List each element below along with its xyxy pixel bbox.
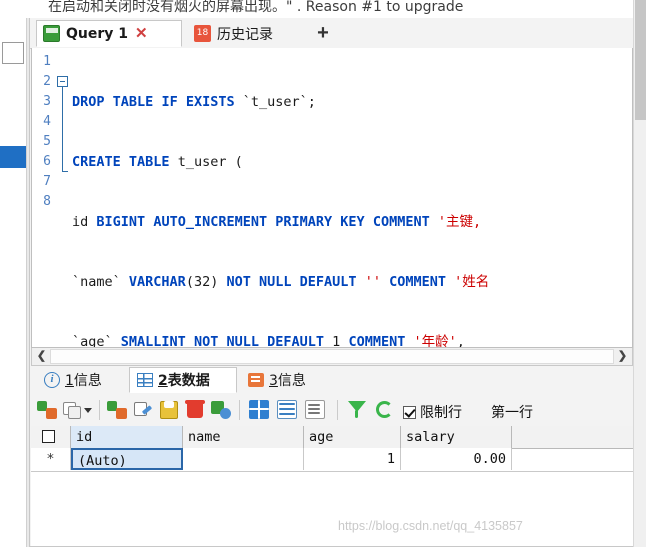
tab-query-1[interactable]: Query 1 ✕ [36, 20, 182, 47]
cell-name[interactable] [183, 448, 304, 470]
window-vertical-scrollbar[interactable] [633, 0, 646, 547]
select-all-header[interactable] [31, 426, 71, 448]
line-number: 2 [43, 74, 51, 89]
line-number: 7 [43, 174, 51, 189]
new-record-button[interactable] [107, 399, 129, 421]
result-tab-bar: i 1信息 2表数据 3信息 [31, 366, 633, 395]
code-line: CREATE TABLE t_user ( [72, 154, 243, 170]
tab-table-data[interactable]: 2表数据 [129, 367, 237, 393]
result-tab-label: 表数据 [167, 373, 210, 389]
code-line: `age` SMALLINT NOT NULL DEFAULT 1 COMMEN… [72, 334, 465, 348]
sql-editor[interactable]: 1 2 3 4 5 6 7 8 DROP TABLE IF EXISTS `t_… [31, 48, 633, 348]
query-icon [43, 25, 60, 42]
result-tab-label: 信息 [277, 373, 306, 389]
grid-view-button[interactable] [249, 399, 271, 421]
sql-code-text: DROP TABLE IF EXISTS `t_user`; CREATE TA… [72, 52, 490, 348]
cell-salary[interactable]: 0.00 [401, 448, 512, 470]
toolbar-separator-3 [337, 400, 338, 420]
fold-range-line [62, 87, 68, 172]
info-orange-icon [248, 373, 264, 387]
data-grid[interactable]: id name age salary * (Auto) 1 0.00 [31, 426, 633, 546]
scroll-right-icon[interactable]: ❯ [614, 348, 631, 364]
toolbar-separator-2 [239, 400, 240, 420]
tab-info-3[interactable]: 3信息 [241, 367, 333, 393]
table-grid-icon [137, 373, 153, 387]
line-number: 6 [43, 154, 51, 169]
column-header-age[interactable]: age [304, 426, 401, 448]
filter-icon[interactable] [347, 399, 369, 421]
line-number: 1 [43, 54, 51, 69]
line-number: 8 [43, 194, 51, 209]
row-marker: * [31, 448, 71, 470]
collapse-icon[interactable] [57, 76, 68, 87]
watermark-text: https://blog.csdn.net/qq_4135857 [338, 519, 523, 533]
save-button[interactable] [159, 399, 181, 421]
tab-history-label: 历史记录 [217, 26, 273, 43]
table-row[interactable]: * (Auto) 1 0.00 [31, 448, 633, 472]
line-number-gutter: 1 2 3 4 5 6 7 8 [32, 48, 54, 347]
result-tab-number: 1 [65, 373, 74, 389]
code-line: `name` VARCHAR(32) NOT NULL DEFAULT '' C… [72, 274, 490, 290]
grid-header-row: id name age salary [31, 426, 633, 449]
left-checkbox[interactable] [2, 42, 24, 64]
grid-toolbar: 限制行 第一行 [31, 394, 633, 427]
cell-age[interactable]: 1 [304, 448, 401, 470]
scroll-track[interactable] [50, 349, 614, 364]
line-number: 3 [43, 94, 51, 109]
close-icon[interactable]: ✕ [135, 26, 148, 41]
app-root: 在启动和关闭时没有烟火的屏幕出现。" . Reason #1 to upgrad… [0, 0, 646, 547]
limit-rows-checkbox[interactable]: 限制行 [403, 402, 462, 422]
tab-history[interactable]: 18 历史记录 [188, 20, 300, 47]
left-highlight-bar [0, 146, 26, 168]
column-header-id[interactable]: id [71, 426, 183, 448]
column-header-salary[interactable]: salary [401, 426, 512, 448]
copy-record-dropdown-button[interactable] [63, 399, 93, 421]
top-banner: 在启动和关闭时没有烟火的屏幕出现。" . Reason #1 to upgrad… [0, 0, 646, 18]
tab-query-label: Query 1 [66, 25, 129, 42]
code-fold-column[interactable] [54, 48, 70, 347]
scroll-left-icon[interactable]: ❮ [33, 348, 50, 364]
left-strip [0, 18, 26, 547]
editor-tab-bar: Query 1 ✕ 18 历史记录 + [30, 18, 634, 49]
code-line: id BIGINT AUTO_INCREMENT PRIMARY KEY COM… [72, 214, 482, 230]
column-header-name[interactable]: name [183, 426, 304, 448]
first-row-label: 第一行 [491, 405, 533, 421]
result-tab-number: 2 [158, 373, 168, 389]
banner-text: 在启动和关闭时没有烟火的屏幕出现。" . Reason #1 to upgrad… [48, 0, 464, 15]
info-circle-icon: i [44, 372, 60, 388]
toolbar-separator [99, 400, 100, 420]
refresh-record-button[interactable] [211, 399, 233, 421]
history-icon: 18 [194, 25, 211, 42]
limit-rows-label: 限制行 [420, 405, 462, 421]
text-view-button[interactable] [305, 399, 327, 421]
edit-record-button[interactable] [133, 399, 155, 421]
refresh-icon[interactable] [375, 399, 397, 421]
line-number: 4 [43, 114, 51, 129]
editor-horizontal-scrollbar[interactable]: ❮ ❯ [31, 348, 633, 366]
code-line: DROP TABLE IF EXISTS `t_user`; [72, 94, 316, 110]
query-window: Query 1 ✕ 18 历史记录 + 1 2 3 4 5 6 7 8 DROP… [29, 18, 634, 547]
scrollbar-thumb[interactable] [635, 0, 646, 120]
checkbox-icon[interactable] [42, 430, 55, 443]
tab-info-1[interactable]: i 1信息 [37, 367, 125, 393]
add-record-button[interactable] [37, 399, 59, 421]
result-tab-number: 3 [269, 373, 278, 389]
delete-record-button[interactable] [185, 399, 207, 421]
line-number: 5 [43, 134, 51, 149]
checkbox-icon[interactable] [403, 406, 416, 419]
cell-id[interactable]: (Auto) [71, 448, 183, 470]
tab-add-button[interactable]: + [306, 20, 340, 47]
result-tab-label: 信息 [73, 373, 102, 389]
form-view-button[interactable] [277, 399, 299, 421]
